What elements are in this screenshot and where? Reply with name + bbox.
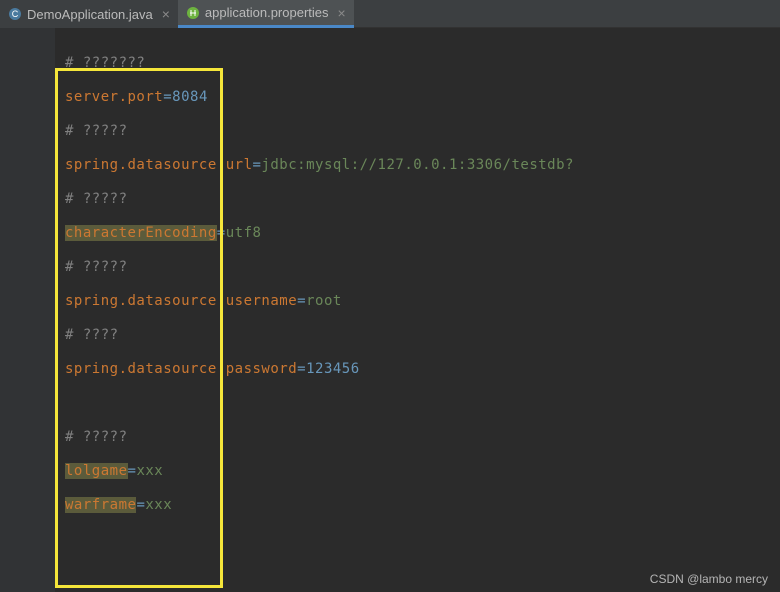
spring-config-icon (186, 6, 200, 20)
code-line[interactable]: spring.datasource.url=jdbc:mysql://127.0… (65, 148, 574, 182)
java-class-icon: C (8, 7, 22, 21)
code-line[interactable]: # ???? (65, 318, 574, 352)
gutter (0, 28, 55, 592)
tab-demo-application[interactable]: C DemoApplication.java × (0, 0, 178, 28)
tabs-bar: C DemoApplication.java × application.pro… (0, 0, 780, 28)
code-line[interactable]: server.port=8084 (65, 80, 574, 114)
code-line[interactable]: # ????? (65, 182, 574, 216)
code-line[interactable]: # ????? (65, 250, 574, 284)
code-line[interactable]: # ????? (65, 114, 574, 148)
tab-label: application.properties (205, 5, 329, 20)
code-line[interactable]: spring.datasource.password=123456 (65, 352, 574, 386)
code-line[interactable]: # ????? (65, 420, 574, 454)
tab-application-properties[interactable]: application.properties × (178, 0, 354, 28)
code-line[interactable]: spring.datasource.username=root (65, 284, 574, 318)
code-line[interactable]: characterEncoding=utf8 (65, 216, 574, 250)
editor-area[interactable]: # ???????server.port=8084# ?????spring.d… (0, 28, 780, 592)
code-content[interactable]: # ???????server.port=8084# ?????spring.d… (55, 28, 574, 592)
code-line[interactable]: lolgame=xxx (65, 454, 574, 488)
code-line[interactable]: # ??????? (65, 46, 574, 80)
tab-label: DemoApplication.java (27, 7, 153, 22)
watermark: CSDN @lambo mercy (650, 572, 768, 586)
close-icon[interactable]: × (162, 6, 170, 22)
svg-text:C: C (12, 9, 19, 19)
code-line[interactable] (65, 386, 574, 420)
code-line[interactable]: warframe=xxx (65, 488, 574, 522)
close-icon[interactable]: × (338, 5, 346, 21)
